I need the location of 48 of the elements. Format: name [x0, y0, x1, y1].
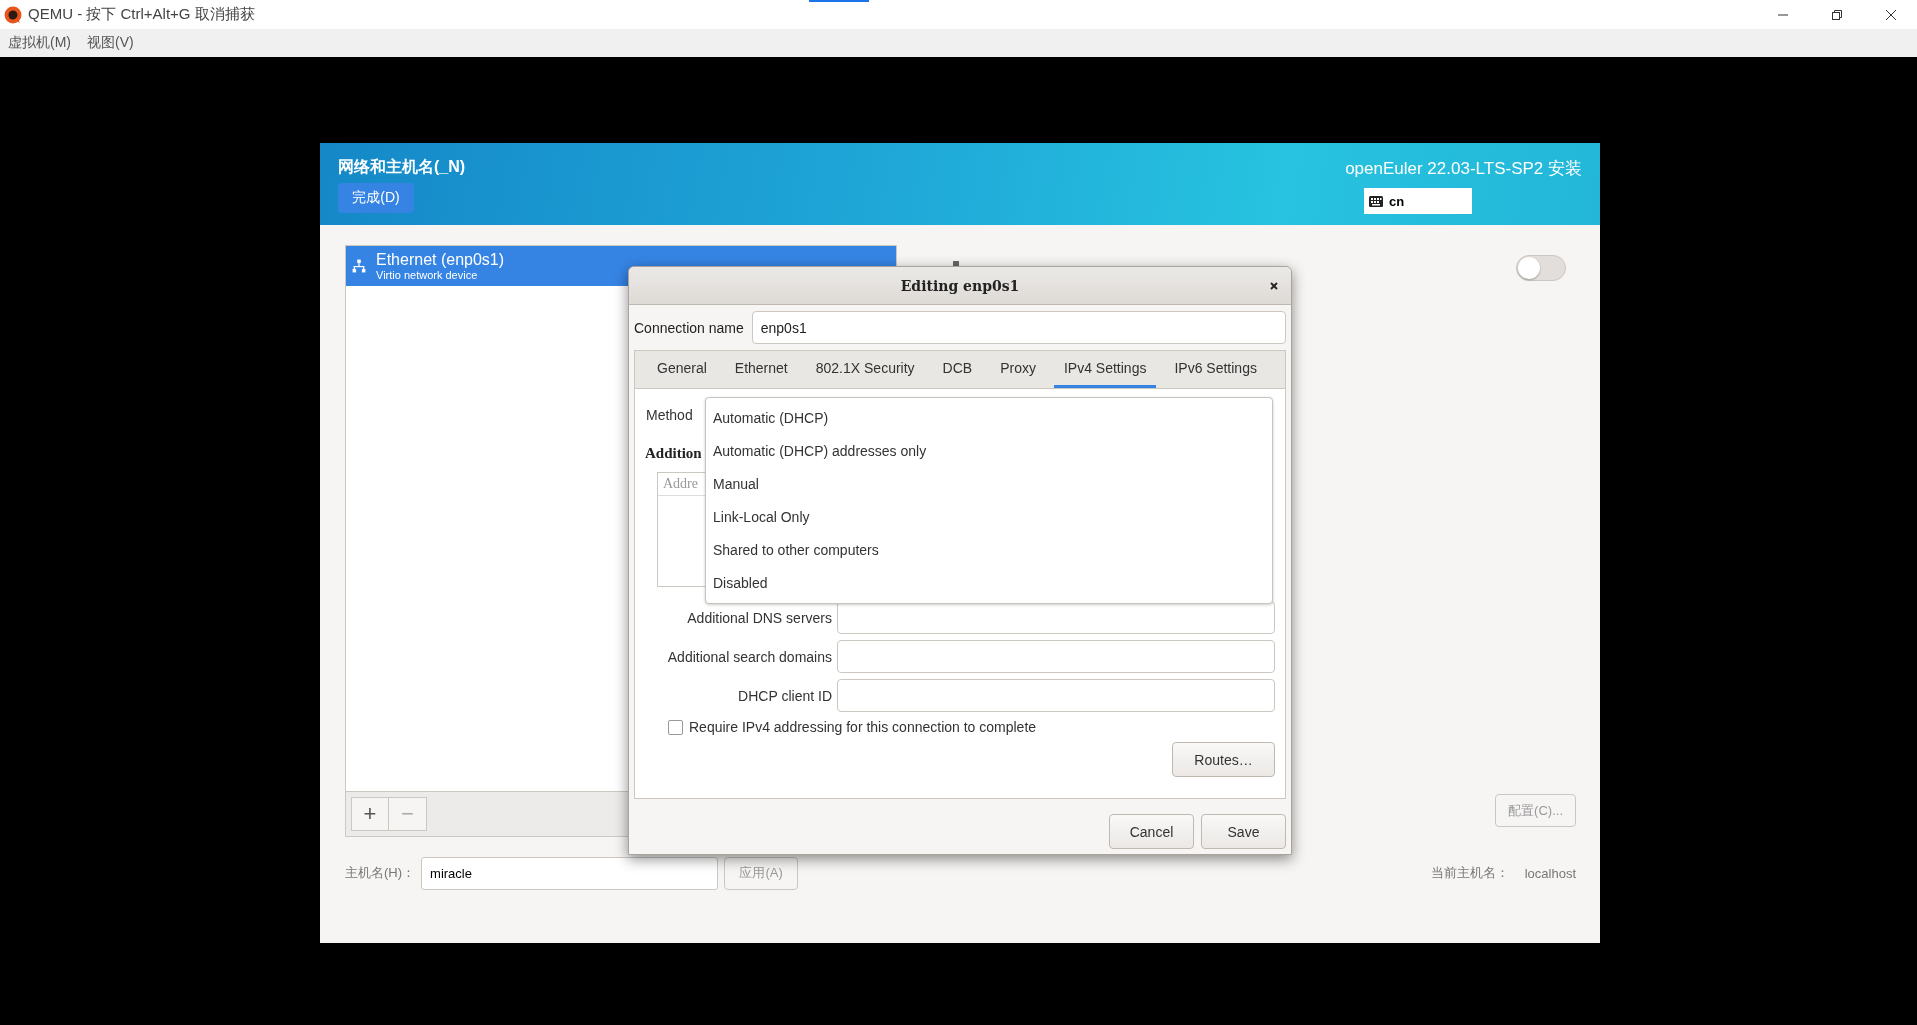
field-label: Additional DNS servers: [686, 609, 832, 626]
close-icon[interactable]: [1885, 8, 1897, 21]
checkbox-label: Require IPv4 addressing for this connection to complete: [689, 719, 1037, 735]
dialog-title: Editing enp0s1: [900, 277, 1020, 294]
product-title: openEuler 22.03-LTS-SP2 安装: [1345, 158, 1582, 180]
tab[interactable]: Proxy: [990, 351, 1046, 388]
restore-icon[interactable]: [1831, 8, 1843, 21]
network-icon: [352, 259, 366, 273]
menu-item[interactable]: 视图(V): [87, 34, 134, 52]
keyboard-layout-indicator[interactable]: cn: [1364, 188, 1472, 214]
section-heading: Addition: [645, 445, 702, 462]
device-name: Ethernet (enp0s1): [376, 251, 505, 269]
hostname-field[interactable]: miracle: [421, 856, 719, 890]
checkbox[interactable]: [668, 719, 683, 735]
input-field[interactable]: [837, 679, 1275, 712]
method-label: Method: [646, 407, 693, 423]
device-description: Virtio network device: [376, 269, 479, 281]
menu-option[interactable]: Automatic (DHCP): [706, 401, 1272, 434]
toggle-switch[interactable]: [1516, 255, 1566, 281]
list-button[interactable]: +: [351, 797, 389, 831]
dialog-button[interactable]: Save: [1201, 814, 1286, 849]
menu-option[interactable]: Disabled: [706, 566, 1272, 599]
tab[interactable]: 802.1X Security: [805, 351, 925, 388]
keyboard-icon: [1369, 195, 1383, 207]
routes-button[interactable]: Routes…: [1172, 742, 1275, 777]
tab[interactable]: DCB: [932, 351, 983, 388]
connection-name-field[interactable]: enp0s1: [751, 311, 1286, 344]
layout-code: cn: [1389, 193, 1405, 209]
qemu-logo-icon: [4, 5, 22, 24]
menu-option[interactable]: Automatic (DHCP) addresses only: [706, 434, 1272, 467]
section-title: 网络和主机名(_N): [338, 157, 466, 177]
connection-name-label: Connection name: [634, 319, 744, 336]
window-title: QEMU - 按下 Ctrl+Alt+G 取消捕获: [28, 5, 255, 24]
menu-option[interactable]: Link-Local Only: [706, 500, 1272, 533]
menu-item[interactable]: 虚拟机(M): [8, 34, 71, 52]
current-hostname-label: 当前主机名：: [1430, 864, 1509, 882]
close-icon[interactable]: [1269, 281, 1279, 291]
dialog-button[interactable]: Cancel: [1109, 814, 1194, 849]
menu-option[interactable]: Shared to other computers: [706, 533, 1272, 566]
tab[interactable]: Ethernet: [724, 351, 798, 388]
hostname-label: 主机名(H)：: [345, 864, 416, 882]
done-button[interactable]: 完成(D): [338, 183, 414, 213]
field-label: Additional search domains: [666, 648, 832, 665]
tab[interactable]: General: [647, 351, 717, 388]
tab[interactable]: IPv6 Settings: [1164, 351, 1267, 388]
field-label: DHCP client ID: [737, 687, 832, 704]
current-hostname: localhost: [1524, 865, 1576, 881]
input-field[interactable]: [837, 640, 1275, 673]
